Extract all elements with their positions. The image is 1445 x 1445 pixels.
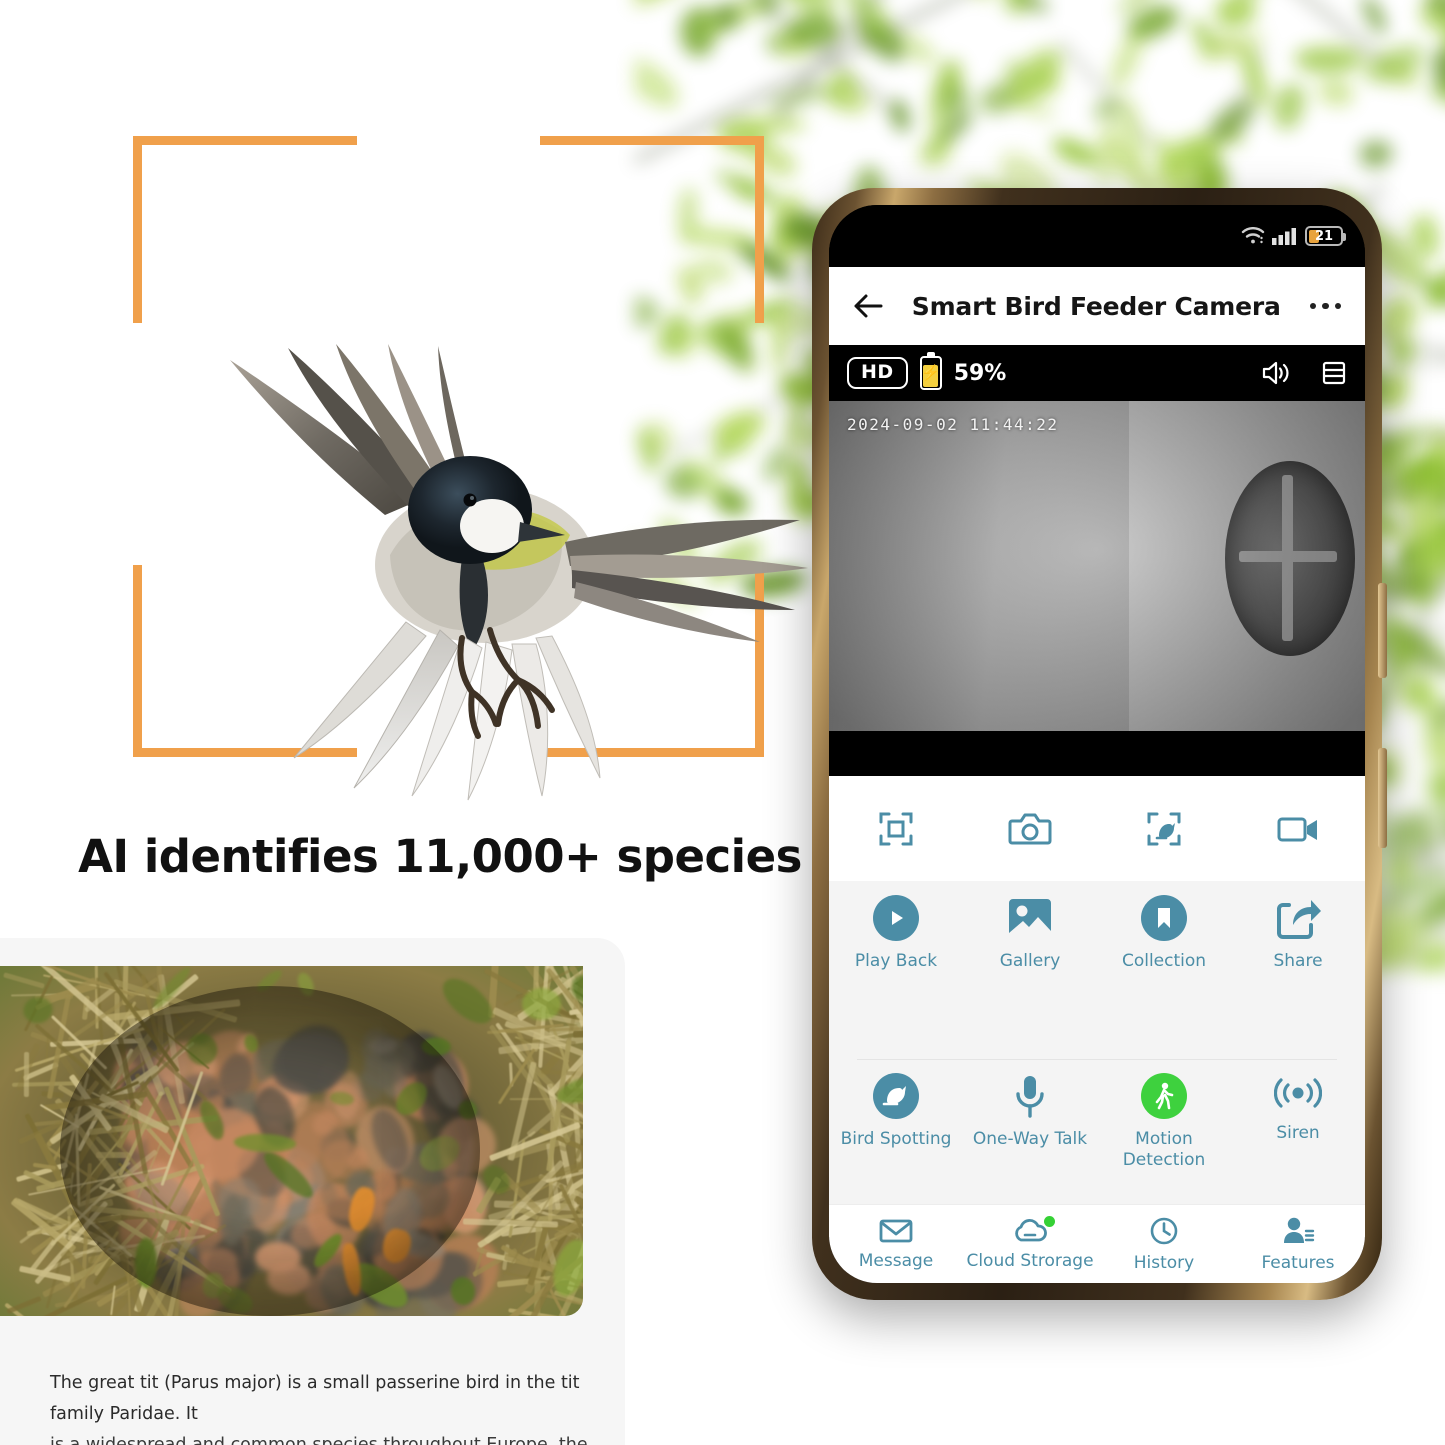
feature-label: Bird Spotting [840,1129,952,1149]
fullscreen-icon[interactable] [829,809,963,849]
video-quality-badge[interactable]: HD [847,357,908,389]
feature-label: Motion Detection [1122,1129,1206,1170]
app-bar-title: Smart Bird Feeder Camera [911,291,1281,321]
feature-label: Gallery [999,951,1061,971]
promo-stage: AI identifies 11,000+ species The great … [0,0,1445,1445]
collection-bookmark-icon [1141,895,1187,941]
feature-gallery[interactable]: Gallery [963,895,1097,972]
phone-mockup: 21 Smart Bird Feeder Camera HD ⚡ 59% 202… [812,188,1387,1300]
snapshot-camera-icon[interactable] [963,810,1097,848]
wifi-icon [1241,227,1265,245]
one-way-talk-mic-icon [1013,1073,1047,1119]
play-back-icon [873,895,919,941]
nav-features[interactable]: Features [1231,1216,1365,1273]
bottom-nav: Message Cloud Strorage History Features [829,1204,1365,1283]
focus-bracket-top-left [133,136,357,323]
battery-level-label: 21 [1314,228,1334,244]
feature-collection[interactable]: Collection [1097,895,1231,972]
caption-line-1: The great tit (Parus major) is a small p… [50,1373,580,1424]
phone-power-button[interactable] [1378,583,1387,678]
nav-label: History [1133,1252,1195,1273]
feature-grid: Play Back Gallery Collection Share Bird … [829,881,1365,1237]
feature-one-way-talk[interactable]: One-Way Talk [963,1073,1097,1171]
species-description: The great tit (Parus major) is a small p… [50,1368,620,1445]
video-toolbar: HD ⚡ 59% [829,345,1365,401]
phone-volume-button[interactable] [1378,748,1387,848]
nav-history[interactable]: History [1097,1216,1231,1273]
status-bar: 21 [829,205,1365,267]
message-envelope-icon [879,1218,913,1244]
feature-play-back[interactable]: Play Back [829,895,963,972]
nav-label: Cloud Strorage [966,1250,1094,1271]
page-title: AI identifies 11,000+ species [78,830,802,883]
cloud-status-badge [1044,1215,1055,1227]
live-video-feed[interactable]: 2024-09-02 11:44:22 [829,401,1365,731]
nav-label: Features [1261,1252,1335,1273]
battery-icon: 21 [1305,226,1346,246]
gallery-icon [1005,895,1055,941]
quick-actions-bar [829,776,1365,881]
app-bar: Smart Bird Feeder Camera [829,267,1365,345]
motion-detection-icon [1141,1073,1187,1119]
nav-message[interactable]: Message [829,1218,963,1271]
share-icon [1275,895,1321,941]
siren-icon [1274,1073,1322,1113]
bird-spotting-icon [873,1073,919,1119]
video-timestamp: 2024-09-02 11:44:22 [847,415,1059,434]
speaker-icon[interactable] [1261,360,1291,386]
history-clock-icon [1149,1216,1179,1246]
feature-label: One-Way Talk [972,1129,1088,1149]
record-video-icon[interactable] [1231,812,1365,846]
phone-screen: 21 Smart Bird Feeder Camera HD ⚡ 59% 202… [829,205,1365,1283]
video-letterbox [829,731,1365,776]
nav-cloud-storage[interactable]: Cloud Strorage [963,1215,1097,1271]
camera-battery-percent: 59% [953,360,1007,386]
features-person-icon [1281,1216,1315,1246]
nav-label: Message [858,1250,934,1271]
feature-share[interactable]: Share [1231,895,1365,972]
split-view-icon[interactable] [1321,360,1347,386]
back-arrow-icon[interactable] [853,293,883,319]
nest-chicks-photo [0,966,583,1316]
feature-row-2: Bird Spotting One-Way Talk Motion Detect… [829,1073,1365,1171]
feature-label: Siren [1276,1123,1320,1143]
bird-detect-icon[interactable] [1097,809,1231,849]
flying-bird-photo [140,330,860,810]
feature-row-1: Play Back Gallery Collection Share [829,895,1365,972]
feature-siren[interactable]: Siren [1231,1073,1365,1171]
cellular-signal-icon [1272,227,1298,245]
feature-label: Play Back [854,951,938,971]
feature-label: Collection [1121,951,1207,971]
feature-motion-detection[interactable]: Motion Detection [1097,1073,1231,1171]
feature-label: Share [1273,951,1323,971]
battery-charging-icon: ⚡ [919,352,942,390]
feature-bird-spotting[interactable]: Bird Spotting [829,1073,963,1171]
focus-bracket-top-right [540,136,764,323]
caption-line-2: is a widespread and common species throu… [50,1435,588,1445]
more-options-icon[interactable] [1309,302,1341,310]
